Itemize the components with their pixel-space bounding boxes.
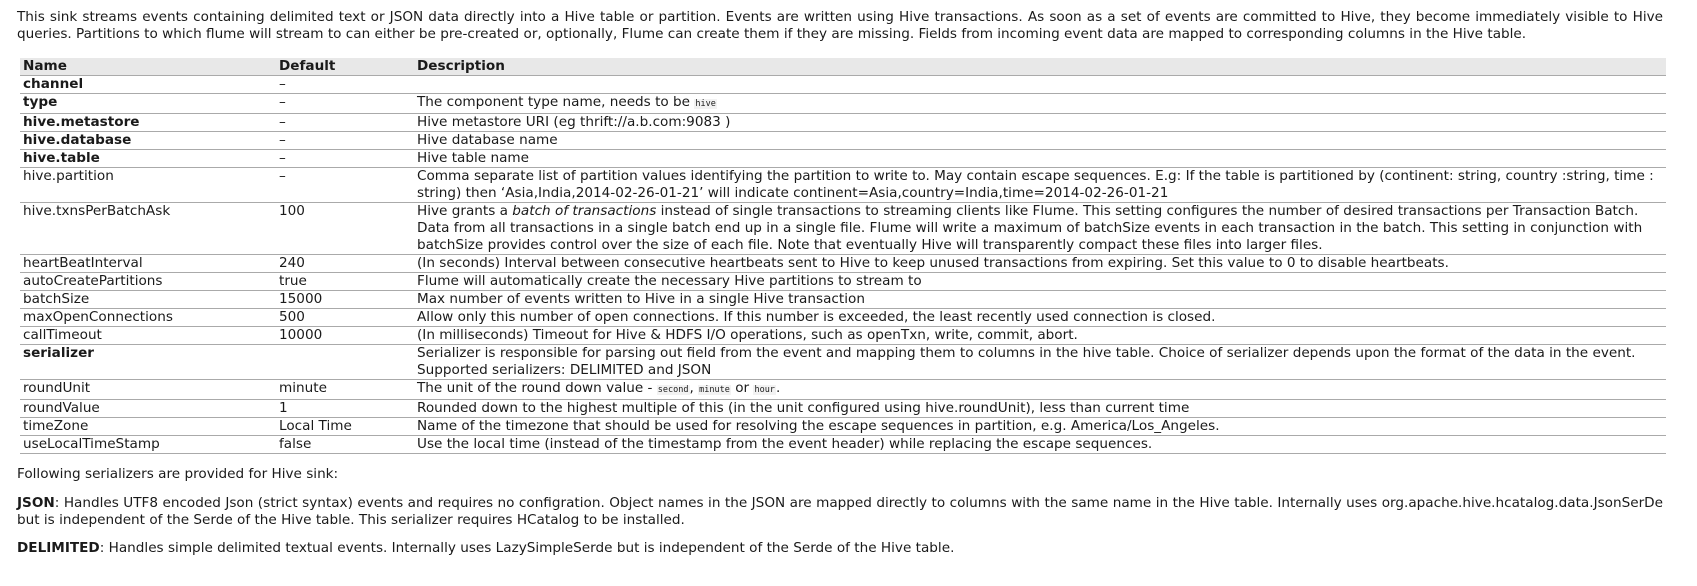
header-default: Default [276,58,414,76]
description-text: The component type name, needs to be [417,94,695,110]
table-row: hive.partition – Comma separate list of … [20,167,1666,203]
description-text: The unit of the round down value - [417,380,657,396]
property-default: – [276,113,414,132]
property-default: – [276,149,414,168]
description-text: . [775,380,781,396]
inline-code: minute [698,385,731,395]
property-default: true [276,272,414,291]
property-description: Flume will automatically create the nece… [414,272,1666,291]
property-default: 100 [276,202,414,255]
intro-paragraph: This sink streams events containing deli… [17,9,1663,42]
delimited-serializer-paragraph: DELIMITED: Handles simple delimited text… [17,540,1663,557]
property-name: callTimeout [20,326,276,345]
property-default: 500 [276,308,414,327]
property-description: (In seconds) Interval between consecutiv… [414,254,1666,273]
property-default: – [276,131,414,150]
property-default [276,344,414,380]
property-description: Use the local time (instead of the times… [414,435,1666,454]
header-name: Name [20,58,276,76]
property-name: batchSize [20,290,276,309]
property-default: Local Time [276,417,414,436]
table-row: useLocalTimeStamp false Use the local ti… [20,435,1666,454]
table-row: maxOpenConnections 500 Allow only this n… [20,308,1666,327]
property-description: Comma separate list of partition values … [414,167,1666,203]
property-name: heartBeatInterval [20,254,276,273]
property-description: Serializer is responsible for parsing ou… [414,344,1666,380]
hive-sink-properties-table: Name Default Description channel – type … [20,58,1666,454]
property-default: – [276,75,414,94]
property-description: Max number of events written to Hive in … [414,290,1666,309]
property-name: maxOpenConnections [20,308,276,327]
description-text: Hive grants a [417,203,513,219]
property-name: hive.database [20,131,276,150]
property-name: type [20,93,276,114]
property-name: roundValue [20,399,276,418]
json-serializer-paragraph: JSON: Handles UTF8 encoded Json (strict … [17,495,1663,529]
property-name: hive.table [20,149,276,168]
property-default: – [276,93,414,114]
table-row: roundUnit minute The unit of the round d… [20,379,1666,400]
property-default: 10000 [276,326,414,345]
serializers-intro: Following serializers are provided for H… [17,466,339,482]
property-description: The component type name, needs to be hiv… [414,93,1666,114]
header-description: Description [414,58,1666,76]
document-page: This sink streams events containing deli… [0,0,1680,557]
separator-text: or [730,380,754,396]
property-name: channel [20,75,276,94]
inline-code: hive [694,99,717,109]
property-name: autoCreatePartitions [20,272,276,291]
property-name: serializer [20,344,276,380]
property-description: Hive table name [414,149,1666,168]
property-description: Name of the timezone that should be used… [414,417,1666,436]
inline-code: hour [753,385,776,395]
property-description: The unit of the round down value - secon… [414,379,1666,400]
table-header-row: Name Default Description [20,58,1666,76]
delimited-serializer-label: DELIMITED [17,540,100,556]
table-row: callTimeout 10000 (In milliseconds) Time… [20,326,1666,345]
property-default: 1 [276,399,414,418]
separator-text: , [689,380,699,396]
property-description [414,75,1666,94]
property-default: – [276,167,414,203]
table-row: autoCreatePartitions true Flume will aut… [20,272,1666,291]
table-row: timeZone Local Time Name of the timezone… [20,417,1666,436]
property-description: Allow only this number of open connectio… [414,308,1666,327]
property-name: hive.txnsPerBatchAsk [20,202,276,255]
json-serializer-label: JSON [17,495,55,511]
table-row: serializer Serializer is responsible for… [20,344,1666,380]
property-default: 240 [276,254,414,273]
table-row: hive.database – Hive database name [20,131,1666,150]
property-description: Rounded down to the highest multiple of … [414,399,1666,418]
table-row: hive.table – Hive table name [20,149,1666,168]
table-row: roundValue 1 Rounded down to the highest… [20,399,1666,418]
table-row: batchSize 15000 Max number of events wri… [20,290,1666,309]
delimited-serializer-text: : Handles simple delimited textual event… [99,540,955,556]
emphasis-text: batch of transactions [512,203,657,219]
property-name: useLocalTimeStamp [20,435,276,454]
property-description: (In milliseconds) Timeout for Hive & HDF… [414,326,1666,345]
property-description: Hive database name [414,131,1666,150]
json-serializer-text: : Handles UTF8 encoded Json (strict synt… [17,495,1663,528]
inline-code: second [656,385,690,395]
property-name: hive.partition [20,167,276,203]
property-name: timeZone [20,417,276,436]
table-row: heartBeatInterval 240 (In seconds) Inter… [20,254,1666,273]
property-description: Hive grants a batch of transactions inst… [414,202,1666,255]
table-row: type – The component type name, needs to… [20,93,1666,114]
table-row: channel – [20,75,1666,94]
property-description: Hive metastore URI (eg thrift://a.b.com:… [414,113,1666,132]
property-default: minute [276,379,414,400]
property-name: hive.metastore [20,113,276,132]
property-default: false [276,435,414,454]
property-default: 15000 [276,290,414,309]
table-row: hive.txnsPerBatchAsk 100 Hive grants a b… [20,202,1666,255]
property-name: roundUnit [20,379,276,400]
table-row: hive.metastore – Hive metastore URI (eg … [20,113,1666,132]
